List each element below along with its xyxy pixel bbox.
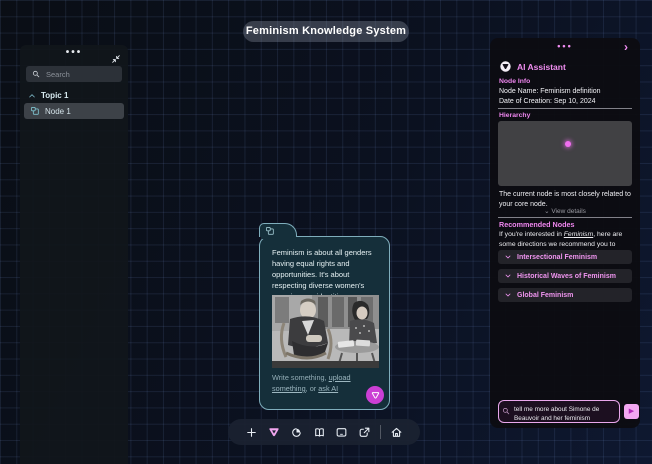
search-icon bbox=[502, 407, 510, 415]
sticker-icon[interactable] bbox=[290, 425, 304, 439]
send-button[interactable]: ▶ bbox=[624, 404, 639, 419]
panel-menu-dots-icon[interactable]: ••• bbox=[490, 41, 640, 51]
divider bbox=[498, 217, 632, 218]
search-bar bbox=[26, 66, 122, 82]
node-icon bbox=[265, 226, 274, 235]
write-prompt-text: Write something, bbox=[272, 373, 329, 382]
search-input[interactable] bbox=[44, 68, 116, 80]
ai-logo-icon bbox=[500, 61, 511, 72]
chevron-down-icon bbox=[505, 274, 511, 278]
chevron-down-icon: ⌄ bbox=[544, 208, 550, 215]
toolbar-divider bbox=[379, 425, 381, 439]
page-title: Feminism Knowledge System bbox=[243, 21, 409, 42]
node-info-heading: Node Info bbox=[499, 78, 531, 85]
divider bbox=[498, 108, 632, 109]
chevron-down-icon bbox=[505, 255, 511, 259]
hierarchy-node-dot[interactable] bbox=[565, 141, 571, 148]
recommended-nodes-heading: Recommended Nodes bbox=[499, 220, 575, 229]
ai-assistant-panel: ••• › AI Assistant Node Info Node Name: … bbox=[490, 38, 640, 428]
view-details-label: View details bbox=[551, 208, 586, 215]
recommended-item-intersectional[interactable]: Intersectional Feminism bbox=[498, 250, 632, 264]
ai-logo-badge[interactable] bbox=[366, 386, 384, 404]
node-name-value: Node Name: Feminism definition bbox=[499, 88, 601, 95]
node-date-value: Date of Creation: Sep 10, 2024 bbox=[499, 98, 596, 105]
card-tab bbox=[258, 223, 297, 237]
screen-icon[interactable] bbox=[335, 425, 349, 439]
ai-assistant-header: AI Assistant bbox=[499, 60, 566, 73]
send-icon: ▶ bbox=[628, 408, 635, 415]
node-card[interactable]: Feminism is about all genders having equ… bbox=[258, 223, 390, 410]
bottom-toolbar bbox=[228, 419, 420, 445]
chevron-right-icon[interactable]: › bbox=[624, 40, 628, 54]
topic-label: Topic 1 bbox=[41, 91, 69, 100]
photo-sartre-beauvoir bbox=[272, 295, 379, 368]
view-details-button[interactable]: ⌄ View details bbox=[490, 207, 640, 215]
canvas[interactable]: Feminism Knowledge System ••• Topic 1 bbox=[0, 0, 652, 464]
sidebar: ••• Topic 1 Node 1 bbox=[20, 45, 128, 464]
book-icon[interactable] bbox=[312, 425, 326, 439]
chevron-up-icon bbox=[29, 93, 35, 97]
ai-logo-icon[interactable] bbox=[267, 425, 281, 439]
footer-mid-text: , or bbox=[305, 383, 319, 393]
node-icon bbox=[31, 107, 39, 115]
chat-input-box: tell me more about Simone de Beauvoir an… bbox=[498, 400, 620, 423]
recommended-item-label: Historical Waves of Feminism bbox=[517, 272, 616, 280]
ai-logo-icon bbox=[371, 391, 379, 399]
recommended-item-global[interactable]: Global Feminism bbox=[498, 288, 632, 302]
chevron-down-icon bbox=[505, 293, 511, 297]
recommended-item-label: Global Feminism bbox=[517, 291, 574, 299]
plus-icon[interactable] bbox=[245, 425, 259, 439]
recommended-item-historical-waves[interactable]: Historical Waves of Feminism bbox=[498, 269, 632, 283]
intro-feminism-link[interactable]: Feminism bbox=[564, 231, 593, 238]
search-icon bbox=[32, 70, 40, 78]
ask-ai-link[interactable]: ask AI bbox=[318, 384, 338, 393]
chat-input[interactable]: tell me more about Simone de Beauvoir an… bbox=[512, 403, 618, 421]
sidebar-node-row[interactable]: Node 1 bbox=[24, 103, 124, 119]
intro-prefix: If you're interested in bbox=[499, 231, 564, 238]
sidebar-topic-row[interactable]: Topic 1 bbox=[28, 89, 68, 102]
ai-assistant-title: AI Assistant bbox=[517, 61, 566, 72]
hierarchy-heading: Hierarchy bbox=[499, 112, 531, 119]
recommended-item-label: Intersectional Feminism bbox=[517, 253, 598, 261]
share-icon[interactable] bbox=[357, 425, 371, 439]
home-icon[interactable] bbox=[389, 425, 403, 439]
hierarchy-graph[interactable] bbox=[498, 121, 632, 186]
node-label: Node 1 bbox=[45, 106, 71, 116]
collapse-icon[interactable] bbox=[111, 51, 121, 63]
